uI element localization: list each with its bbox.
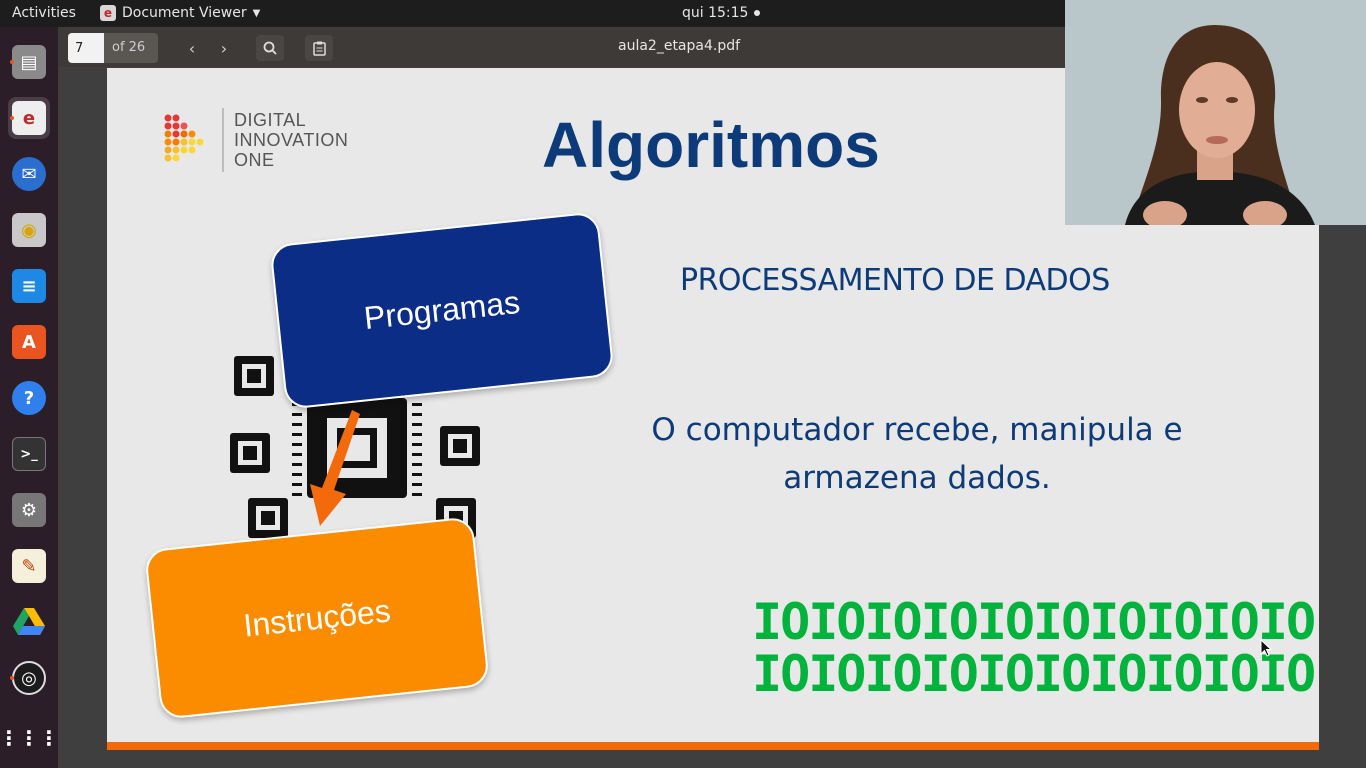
instrucoes-card: Instruções (144, 516, 490, 720)
body-text: O computador recebe, manipula e armazena… (617, 406, 1217, 502)
presenter-video (1065, 0, 1366, 225)
next-page-button[interactable]: › (210, 35, 238, 61)
dock-obs[interactable]: ◎ (8, 657, 50, 699)
slide-title: Algoritmos (542, 109, 880, 181)
dock-settings[interactable]: ⚙ (8, 489, 50, 531)
programas-card-label: Programas (362, 283, 522, 337)
notification-dot-icon (754, 10, 761, 16)
software-center-icon: A (12, 325, 46, 359)
section-heading: PROCESSAMENTO DE DADOS (680, 263, 1110, 298)
programas-card: Programas (269, 211, 615, 410)
search-icon (263, 41, 277, 55)
body-line: armazena dados. (783, 460, 1051, 496)
dock-help[interactable]: ? (8, 377, 50, 419)
dock-google-drive[interactable] (8, 601, 50, 643)
chevron-left-icon: ‹ (188, 38, 196, 58)
chevron-down-icon: ▼ (252, 7, 261, 19)
logo-text: DIGITAL INNOVATION ONE (234, 110, 348, 170)
clock-label: qui 15:15 (682, 5, 749, 21)
binary-line: IOIOIOIOIOIOIOIOIOIO (752, 645, 1316, 703)
binary-line: IOIOIOIOIOIOIOIOIOIO (752, 593, 1316, 651)
annotations-button[interactable] (305, 35, 333, 61)
running-indicator (10, 60, 14, 64)
page-selector: of 26 (68, 33, 158, 63)
show-apps-icon: ⋮⋮⋮ (0, 726, 59, 750)
document-title: aula2_etapa4.pdf (618, 38, 741, 54)
page-number-input[interactable] (68, 33, 104, 63)
viewer-headerbar: of 26 ‹ › aula2_etapa4.pdf (58, 27, 1066, 67)
chevron-right-icon: › (220, 38, 228, 58)
help-icon: ? (12, 381, 46, 415)
company-logo: DIGITAL INNOVATION ONE (162, 108, 348, 172)
logo-line: ONE (234, 150, 275, 170)
settings-icon: ⚙ (12, 493, 46, 527)
text-editor-icon: ✎ (12, 549, 46, 583)
thunderbird-icon: ✉ (12, 157, 46, 191)
dock-rhythmbox[interactable]: ◉ (8, 209, 50, 251)
page-count-label: of 26 (112, 40, 146, 55)
clipboard-icon (312, 41, 326, 56)
dock-files[interactable]: ▤ (8, 41, 50, 83)
logo-line: DIGITAL (234, 110, 307, 130)
dock-thunderbird[interactable]: ✉ (8, 153, 50, 195)
obs-icon: ◎ (12, 661, 46, 695)
document-viewer-icon: e (12, 101, 46, 135)
dock-software[interactable]: A (8, 321, 50, 363)
search-button[interactable] (256, 35, 284, 61)
app-menu[interactable]: e Document Viewer ▼ (100, 5, 260, 21)
mouse-cursor-icon (1260, 639, 1272, 657)
body-line: O computador recebe, manipula e (651, 412, 1183, 448)
dock-document-viewer[interactable]: e (8, 97, 50, 139)
running-indicator (10, 116, 14, 120)
clock[interactable]: qui 15:15 (682, 5, 761, 21)
webcam-overlay (1065, 0, 1366, 225)
logo-dots-icon (162, 112, 214, 168)
running-indicator (10, 676, 14, 680)
google-drive-icon (12, 605, 46, 639)
dock-text-editor[interactable]: ✎ (8, 545, 50, 587)
terminal-icon: >_ (12, 437, 46, 471)
activities-button[interactable]: Activities (12, 5, 76, 21)
files-icon: ▤ (12, 45, 46, 79)
logo-divider (222, 108, 224, 172)
dock-terminal[interactable]: >_ (8, 433, 50, 475)
dock-show-apps[interactable]: ⋮⋮⋮ (0, 717, 59, 759)
slide-accent-bar (107, 742, 1319, 750)
dock: ▤ e ✉ ◉ ≡ A ? >_ ⚙ ✎ ◎ ⋮⋮⋮ (0, 27, 59, 768)
libreoffice-writer-icon: ≡ (12, 269, 46, 303)
rhythmbox-icon: ◉ (12, 213, 46, 247)
logo-line: INNOVATION (234, 130, 349, 150)
instrucoes-card-label: Instruções (241, 591, 393, 644)
dock-writer[interactable]: ≡ (8, 265, 50, 307)
app-menu-label: Document Viewer (122, 5, 247, 21)
binary-digits: IOIOIOIOIOIOIOIOIOIO IOIOIOIOIOIOIOIOIOI… (752, 593, 1316, 703)
previous-page-button[interactable]: ‹ (178, 35, 206, 61)
document-viewer-app-icon: e (100, 5, 116, 21)
